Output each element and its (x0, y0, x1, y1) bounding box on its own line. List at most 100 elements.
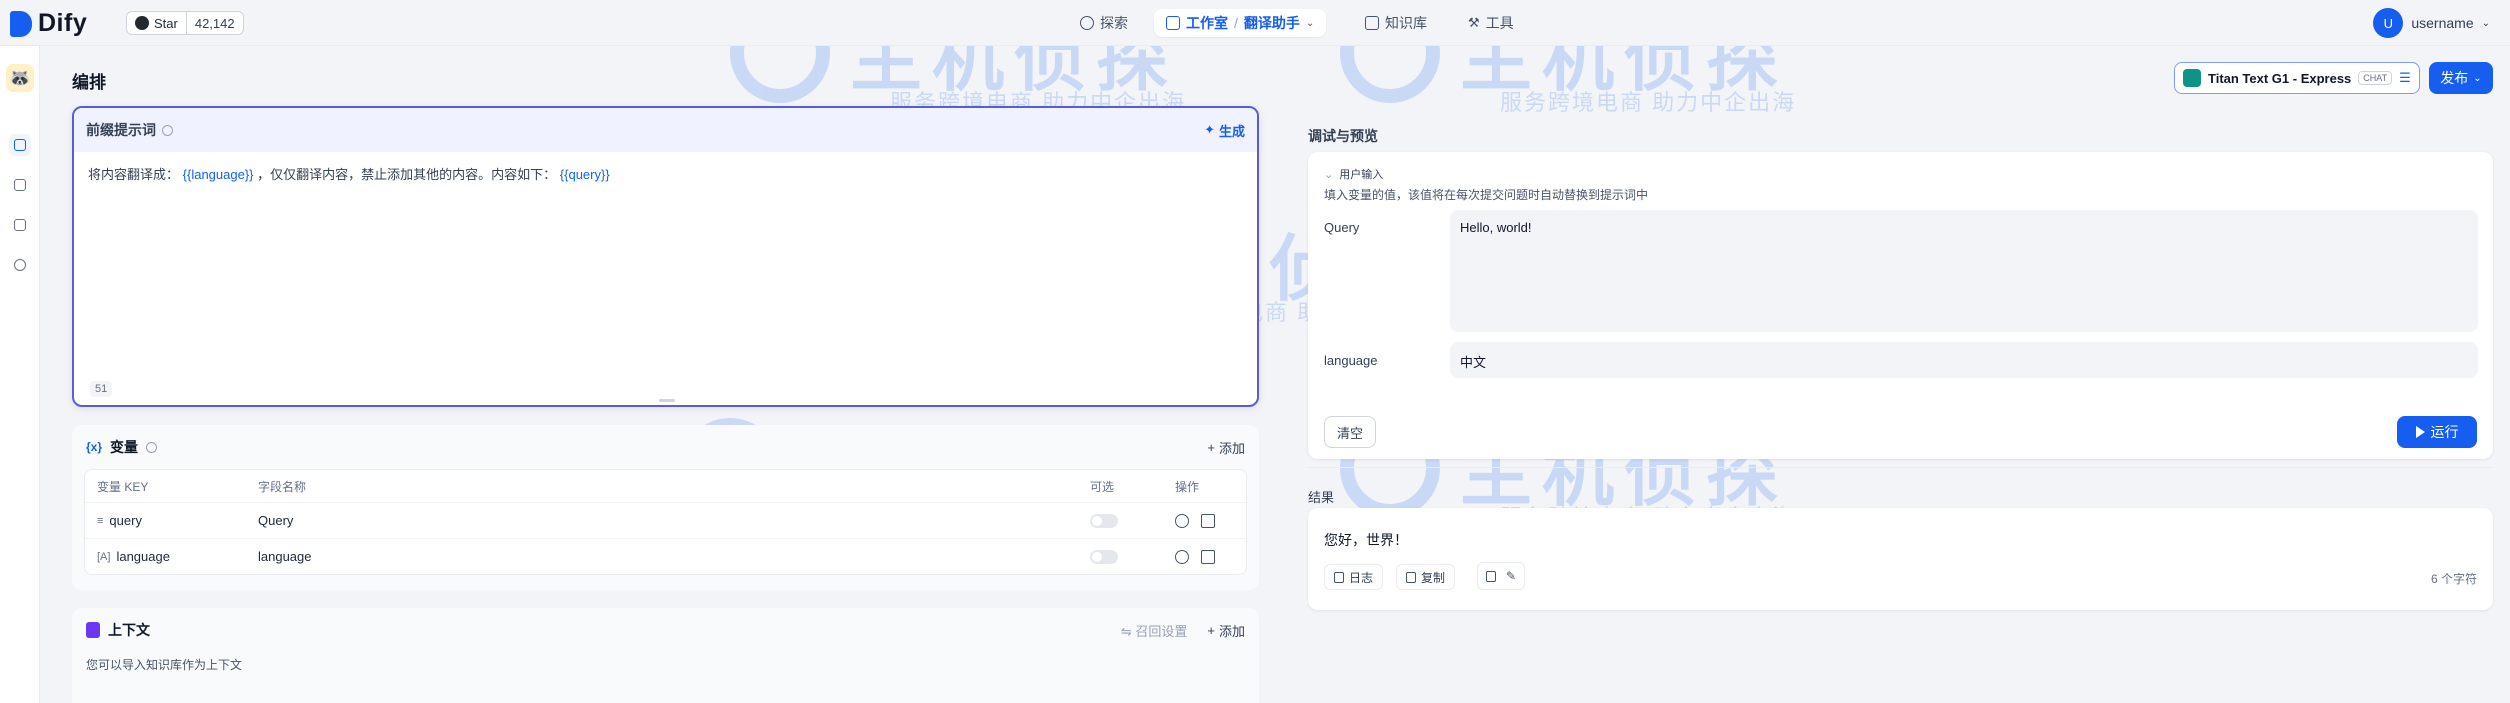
query-field-label: Query (1324, 220, 1360, 235)
prompt-text: ，仅仅翻译内容，禁止添加其他的内容。内容如下： (257, 167, 557, 182)
nav-studio[interactable]: 工作室 / 翻译助手 ⌄ (1154, 9, 1327, 37)
variable-key[interactable]: query (109, 513, 142, 528)
clipboard-icon (1406, 571, 1416, 583)
book-icon (1365, 16, 1379, 30)
sidebar-item-orchestrate[interactable] (9, 134, 31, 156)
trash-icon[interactable] (1201, 549, 1215, 564)
optional-toggle[interactable] (1090, 549, 1118, 564)
copy-label: 复制 (1421, 570, 1446, 585)
prompt-editor: 前缀提示词 ✦ 生成 将内容翻译成： {{language}} ，仅仅翻译内容，… (72, 106, 1259, 407)
gear-icon[interactable] (1175, 513, 1189, 528)
prompt-textarea[interactable]: 将内容翻译成： {{language}} ，仅仅翻译内容，禁止添加其他的内容。内… (74, 152, 1257, 195)
nav-knowledge[interactable]: 知识库 (1355, 9, 1437, 37)
chevron-down-icon: ⌄ (1324, 168, 1334, 181)
avatar: U (2373, 8, 2404, 38)
prompt-char-count: 51 (90, 381, 113, 397)
nav-knowledge-label: 知识库 (1385, 15, 1427, 31)
log-label: 日志 (1349, 570, 1374, 585)
clear-button[interactable]: 清空 (1324, 416, 1376, 448)
add-label: 添加 (1218, 440, 1245, 456)
play-icon (2415, 426, 2425, 438)
variables-section: {x} 变量 + 添加 变量 KEY 字段名称 可选 操作 ≡ query Que… (72, 425, 1259, 590)
prompt-variable-language: {{language}} (182, 167, 254, 182)
chevron-down-icon: ⌄ (2481, 17, 2490, 29)
recall-label: 召回设置 (1135, 623, 1188, 639)
recall-settings-button[interactable]: ⇋ 召回设置 (1121, 621, 1188, 640)
column-header-actions: 操作 (1175, 479, 1200, 494)
variable-name[interactable]: language (256, 549, 1090, 564)
top-navbar: Dify Star 42,142 探索 工作室 / 翻译助手 ⌄ 知识库 ⚒ 工… (0, 0, 2510, 46)
sparkle-icon: ✦ (1204, 122, 1215, 137)
publish-button[interactable]: 发布 ⌄ (2429, 62, 2493, 94)
trash-icon[interactable] (1201, 513, 1215, 528)
optional-toggle[interactable] (1090, 513, 1118, 528)
sidebar-item-overview[interactable] (9, 254, 31, 276)
table-row: ≡ query Query (85, 502, 1246, 538)
generate-label: 生成 (1218, 123, 1245, 139)
context-description: 您可以导入知识库作为上下文 (86, 658, 243, 672)
file-icon (1334, 571, 1344, 583)
query-textarea[interactable]: Hello, world! (1450, 210, 2478, 332)
resize-handle[interactable] (659, 399, 675, 402)
nav-explore[interactable]: 探索 (1070, 9, 1138, 37)
prompt-header: 前缀提示词 ✦ 生成 (74, 108, 1257, 152)
publish-label: 发布 (2440, 70, 2469, 86)
help-icon[interactable] (162, 124, 173, 136)
github-star-label: Star (154, 15, 178, 31)
dashboard-icon (14, 259, 26, 271)
app-icon[interactable]: 🦝 (6, 64, 34, 92)
select-type-icon: [A] (97, 550, 111, 563)
user-input-panel: ⌄ 用户输入 填入变量的值，该值将在每次提交问题时自动替换到提示词中 Query… (1308, 152, 2493, 459)
user-input-toggle[interactable]: ⌄ 用户输入 (1324, 166, 1383, 182)
terminal-icon (14, 179, 26, 191)
column-header-key: 变量 KEY (97, 479, 149, 494)
language-input[interactable]: 中文 (1450, 342, 2478, 378)
run-button[interactable]: 运行 (2397, 416, 2477, 448)
document-icon (86, 622, 100, 638)
add-context-button[interactable]: + 添加 (1207, 621, 1245, 640)
result-text: 您好，世界！ (1324, 532, 1408, 548)
gear-icon[interactable] (1175, 549, 1189, 564)
variables-title: 变量 (110, 439, 139, 455)
hammer-icon: ⚒ (1468, 15, 1480, 30)
sidebar-item-api[interactable] (9, 174, 31, 196)
dify-logo[interactable]: Dify (10, 9, 87, 38)
model-name: Titan Text G1 - Express (2208, 70, 2352, 86)
generate-button[interactable]: ✦ 生成 (1204, 121, 1245, 140)
pencil-icon[interactable]: ✎ (1506, 569, 1516, 583)
chevron-down-icon: ⌄ (1305, 17, 1315, 29)
copy-button[interactable]: 复制 (1396, 564, 1456, 590)
result-char-count: 6 个字符 (2430, 572, 2477, 586)
user-menu[interactable]: U username ⌄ (2373, 8, 2490, 38)
model-selector[interactable]: Titan Text G1 - Express CHAT ☰ (2174, 62, 2420, 94)
table-row: [A] language language (85, 538, 1246, 574)
variable-key[interactable]: language (116, 549, 170, 564)
run-label: 运行 (2430, 424, 2459, 440)
settings-sliders-icon: ☰ (2399, 70, 2411, 85)
log-button[interactable]: 日志 (1324, 564, 1384, 590)
variable-name[interactable]: Query (256, 513, 1090, 528)
chevron-down-icon: ⌄ (2473, 72, 2482, 84)
result-title: 结果 (1308, 490, 1335, 505)
add-variable-button[interactable]: + 添加 (1207, 438, 1245, 457)
divider (1308, 467, 2493, 468)
file-list-icon (14, 219, 26, 231)
variable-icon: {x} (86, 440, 103, 454)
context-section: 上下文 ⇋ 召回设置 + 添加 您可以导入知识库作为上下文 (72, 608, 1259, 703)
nav-tools[interactable]: ⚒ 工具 (1458, 9, 1524, 37)
table-header: 变量 KEY 字段名称 可选 操作 (85, 470, 1246, 502)
sidebar-item-logs[interactable] (9, 214, 31, 236)
user-input-label: 用户输入 (1339, 169, 1384, 181)
model-provider-icon (2183, 69, 2201, 87)
nav-current-app[interactable]: 翻译助手 (1244, 13, 1300, 33)
result-tools: ✎ (1477, 562, 1526, 590)
plus-icon: + (1207, 622, 1215, 638)
prompt-variable-query: {{query}} (559, 167, 610, 182)
help-icon[interactable] (146, 441, 158, 453)
message-plus-icon[interactable] (1486, 570, 1496, 582)
page-title: 编排 (72, 73, 106, 92)
nav-tools-label: 工具 (1485, 15, 1514, 31)
github-star-button[interactable]: Star 42,142 (126, 11, 244, 35)
variables-table: 变量 KEY 字段名称 可选 操作 ≡ query Query [A] langua… (84, 469, 1247, 575)
nav-explore-label: 探索 (1100, 15, 1128, 31)
